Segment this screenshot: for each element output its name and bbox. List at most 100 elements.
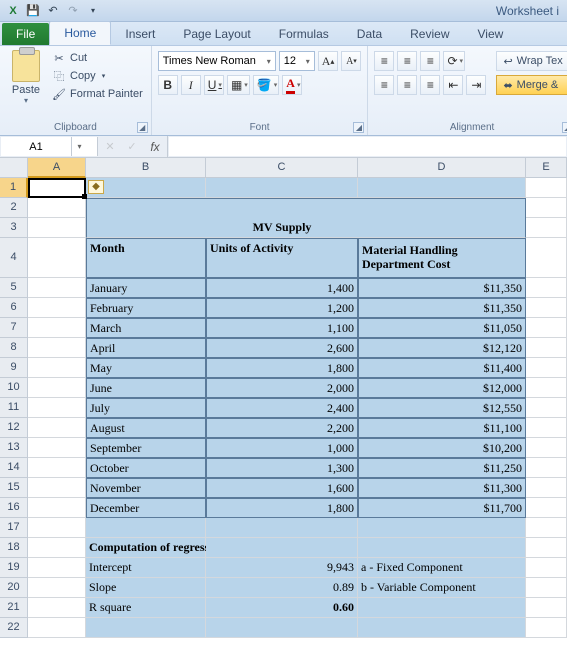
- cell[interactable]: $11,100: [358, 418, 526, 438]
- cell[interactable]: [28, 478, 86, 498]
- cell[interactable]: July: [86, 398, 206, 418]
- cell[interactable]: [526, 518, 567, 538]
- cell[interactable]: [28, 238, 86, 278]
- cell[interactable]: 0.60: [206, 598, 358, 618]
- font-name-select[interactable]: Times New Roman▾: [158, 51, 276, 71]
- cell[interactable]: [86, 218, 206, 238]
- cell[interactable]: [86, 178, 206, 198]
- cell[interactable]: [358, 618, 526, 638]
- cell[interactable]: 1,000: [206, 438, 358, 458]
- select-all-corner[interactable]: [0, 158, 28, 178]
- cell[interactable]: [28, 418, 86, 438]
- cell[interactable]: a - Fixed Component: [358, 558, 526, 578]
- cell[interactable]: [526, 398, 567, 418]
- wrap-text-button[interactable]: ↩Wrap Tex: [496, 51, 567, 71]
- column-header[interactable]: C: [206, 158, 358, 178]
- cell[interactable]: 1,300: [206, 458, 358, 478]
- cell[interactable]: September: [86, 438, 206, 458]
- align-top-button[interactable]: ≡: [374, 51, 394, 71]
- cell[interactable]: $11,350: [358, 298, 526, 318]
- column-header[interactable]: B: [86, 158, 206, 178]
- name-box[interactable]: ▾: [1, 137, 98, 156]
- cell[interactable]: [28, 318, 86, 338]
- fx-icon[interactable]: fx: [143, 140, 167, 154]
- fill-color-button[interactable]: 🪣▾: [253, 75, 279, 95]
- cell[interactable]: August: [86, 418, 206, 438]
- cell[interactable]: 0.89: [206, 578, 358, 598]
- qat-dropdown-icon[interactable]: ▾: [84, 2, 102, 20]
- row-header[interactable]: 1: [0, 178, 28, 198]
- chevron-down-icon[interactable]: ▾: [71, 137, 87, 156]
- column-header[interactable]: E: [526, 158, 567, 178]
- cell[interactable]: Intercept: [86, 558, 206, 578]
- row-header[interactable]: 5: [0, 278, 28, 298]
- cell[interactable]: [526, 218, 567, 238]
- cell[interactable]: $12,550: [358, 398, 526, 418]
- cell[interactable]: [526, 618, 567, 638]
- cell[interactable]: [28, 398, 86, 418]
- cell[interactable]: [28, 178, 86, 198]
- tab-view[interactable]: View: [464, 23, 518, 45]
- cell[interactable]: [28, 578, 86, 598]
- cell[interactable]: [526, 578, 567, 598]
- row-header[interactable]: 21: [0, 598, 28, 618]
- cell[interactable]: May: [86, 358, 206, 378]
- cell[interactable]: [526, 298, 567, 318]
- cell[interactable]: [206, 618, 358, 638]
- font-size-select[interactable]: 12▾: [279, 51, 315, 71]
- cell[interactable]: b - Variable Component: [358, 578, 526, 598]
- cell[interactable]: June: [86, 378, 206, 398]
- cell[interactable]: March: [86, 318, 206, 338]
- row-header[interactable]: 17: [0, 518, 28, 538]
- cell[interactable]: 1,200: [206, 298, 358, 318]
- align-left-button[interactable]: ≡: [374, 75, 394, 95]
- cell[interactable]: 1,800: [206, 498, 358, 518]
- cell[interactable]: [526, 238, 567, 278]
- tab-data[interactable]: Data: [343, 23, 396, 45]
- row-header[interactable]: 10: [0, 378, 28, 398]
- cell[interactable]: [526, 478, 567, 498]
- row-header[interactable]: 13: [0, 438, 28, 458]
- cell[interactable]: [526, 498, 567, 518]
- row-header[interactable]: 16: [0, 498, 28, 518]
- cell[interactable]: 1,800: [206, 358, 358, 378]
- cell[interactable]: [526, 558, 567, 578]
- row-header[interactable]: 6: [0, 298, 28, 318]
- cell[interactable]: 2,200: [206, 418, 358, 438]
- smart-tag-icon[interactable]: ◆: [88, 180, 104, 194]
- tab-formulas[interactable]: Formulas: [265, 23, 343, 45]
- cell[interactable]: [28, 538, 86, 558]
- cell[interactable]: [28, 438, 86, 458]
- cell[interactable]: Month: [86, 238, 206, 278]
- cell[interactable]: [358, 178, 526, 198]
- cell[interactable]: $11,250: [358, 458, 526, 478]
- cell[interactable]: $11,700: [358, 498, 526, 518]
- cell[interactable]: [526, 358, 567, 378]
- cell[interactable]: $11,350: [358, 278, 526, 298]
- column-header[interactable]: D: [358, 158, 526, 178]
- cell[interactable]: [28, 338, 86, 358]
- row-header[interactable]: 2: [0, 198, 28, 218]
- dialog-launcher-icon[interactable]: ◢: [353, 122, 364, 133]
- cell[interactable]: January: [86, 278, 206, 298]
- cell[interactable]: November: [86, 478, 206, 498]
- cell[interactable]: 1,100: [206, 318, 358, 338]
- undo-icon[interactable]: ↶: [44, 2, 62, 20]
- cell[interactable]: [526, 458, 567, 478]
- row-header[interactable]: 14: [0, 458, 28, 478]
- row-header[interactable]: 19: [0, 558, 28, 578]
- cell[interactable]: [358, 218, 526, 238]
- bold-button[interactable]: B: [158, 75, 178, 95]
- row-header[interactable]: 11: [0, 398, 28, 418]
- cell[interactable]: 9,943: [206, 558, 358, 578]
- cell[interactable]: October: [86, 458, 206, 478]
- decrease-indent-button[interactable]: ⇤: [443, 75, 463, 95]
- cell[interactable]: [526, 378, 567, 398]
- paste-button[interactable]: Paste ▾: [6, 48, 46, 121]
- cell[interactable]: $11,400: [358, 358, 526, 378]
- row-header[interactable]: 15: [0, 478, 28, 498]
- cell[interactable]: [526, 418, 567, 438]
- cell[interactable]: $11,300: [358, 478, 526, 498]
- redo-icon[interactable]: ↷: [64, 2, 82, 20]
- row-header[interactable]: 12: [0, 418, 28, 438]
